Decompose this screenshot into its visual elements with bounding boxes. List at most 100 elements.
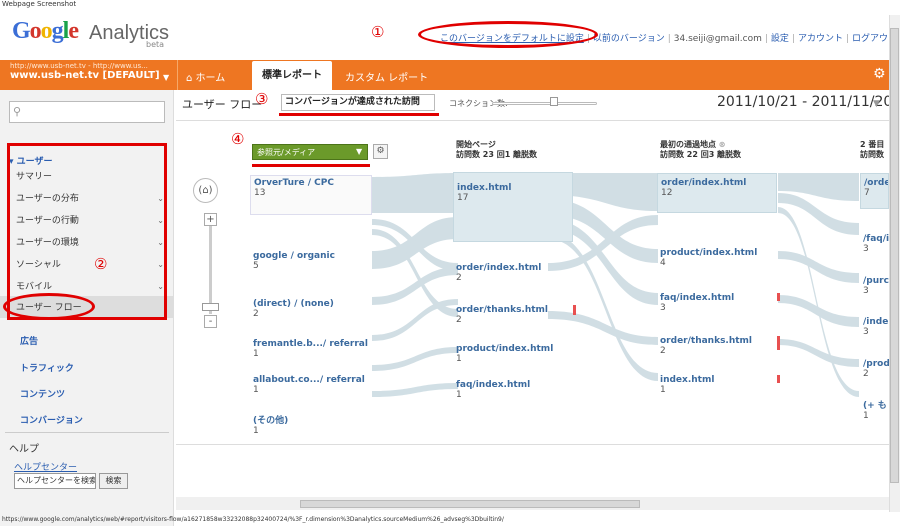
vertical-scrollbar-thumb[interactable] xyxy=(890,28,899,483)
flow-node-second-step[interactable]: /inde 3 xyxy=(860,317,889,343)
gear-icon[interactable]: ⚙ xyxy=(873,67,887,81)
zoom-in-button[interactable]: + xyxy=(204,213,217,226)
chevron-down-icon[interactable]: ▼ xyxy=(356,147,362,156)
flow-node-second-step[interactable]: /orde 7 xyxy=(860,173,889,209)
account-chevron-icon[interactable]: ▼ xyxy=(163,73,169,82)
node-label: /orde xyxy=(864,178,889,188)
flow-node-source[interactable]: OrverTure / CPC 13 xyxy=(250,175,372,215)
column-header-first-step: 最初の通過地点 ⊗ 訪問数 22 回3 離脱数 xyxy=(660,140,741,160)
node-count: 2 xyxy=(253,309,259,319)
sidebar-search-input[interactable] xyxy=(9,101,165,123)
flow-node-first-step[interactable]: faq/index.html 3 xyxy=(657,293,777,319)
annotation-2: ② xyxy=(94,255,108,273)
column-header-start: 開始ページ 訪問数 23 回1 離脱数 xyxy=(456,140,537,160)
help-search-input[interactable]: ヘルプセンターを検索 xyxy=(14,473,96,489)
flow-node-source[interactable]: (direct) / (none) 2 xyxy=(250,299,372,325)
node-count: 3 xyxy=(863,327,869,337)
flow-node-start-page[interactable]: product/index.html 1 xyxy=(453,344,573,370)
status-url: https://www.google.com/analytics/web/#re… xyxy=(2,516,504,523)
tab-custom-reports[interactable]: カスタム レポート xyxy=(345,69,428,84)
node-count: 2 xyxy=(456,273,462,283)
node-label: order/index.html xyxy=(456,263,542,273)
segment-selector[interactable]: コンバージョンが達成された訪問 xyxy=(281,94,435,111)
flow-node-source[interactable]: google / organic 5 xyxy=(250,251,372,271)
flow-node-second-step[interactable]: /prod 2 xyxy=(860,359,889,385)
help-search-button[interactable]: 検索 xyxy=(99,473,128,489)
flow-link xyxy=(372,173,458,213)
flow-node-first-step[interactable]: order/index.html 12 xyxy=(657,173,777,213)
flow-node-start-page[interactable]: index.html 17 xyxy=(453,172,573,242)
zoom-out-button[interactable]: - xyxy=(204,315,217,328)
screenshot-caption: Webpage Screenshot xyxy=(2,0,77,8)
old-version-link[interactable]: 以前のバージョン xyxy=(593,34,665,44)
node-label: index.html xyxy=(457,183,512,193)
node-label: /prod xyxy=(863,359,889,369)
flow-node-source[interactable]: fremantle.b.../ referral 1 xyxy=(250,339,372,365)
node-label: google / organic xyxy=(253,251,335,261)
flow-node-source[interactable]: allabout.co.../ referral 1 xyxy=(250,375,372,401)
flow-node-start-page[interactable]: faq/index.html 1 xyxy=(453,380,573,406)
flow-node-start-page[interactable]: order/thanks.html 2 xyxy=(453,305,573,331)
drop-off-marker xyxy=(777,375,780,383)
account-url: http://www.usb-net.tv - http://www.us... xyxy=(10,62,148,70)
drop-off-marker xyxy=(777,336,780,350)
chevron-down-icon[interactable]: ▼ xyxy=(873,99,880,109)
sidebar-divider xyxy=(5,432,169,433)
help-center-link[interactable]: ヘルプセンター xyxy=(14,460,77,473)
user-email: 34.seiji@gmail.com xyxy=(673,34,762,44)
page-title: ユーザー フロー xyxy=(182,98,263,111)
account-selector[interactable]: http://www.usb-net.tv - http://www.us...… xyxy=(10,62,170,81)
node-count: 2 xyxy=(456,315,462,325)
date-range[interactable]: 2011/10/21 - 2011/11/20 xyxy=(717,94,892,110)
node-label: (+ も xyxy=(863,401,887,411)
flow-link xyxy=(372,383,458,397)
flow-node-second-step[interactable]: (+ も 1 xyxy=(860,398,889,424)
node-count: 12 xyxy=(661,188,673,198)
connection-slider[interactable] xyxy=(492,102,597,105)
node-count: 1 xyxy=(456,354,462,364)
flow-node-second-step[interactable]: /faq/i 3 xyxy=(860,234,889,260)
annotation-3: ③ xyxy=(255,90,269,108)
annotation-4: ④ xyxy=(231,130,245,148)
account-link[interactable]: アカウント xyxy=(798,34,843,44)
node-label: fremantle.b.../ referral xyxy=(253,339,368,349)
flow-link xyxy=(372,299,458,341)
tab-home[interactable]: ⌂ ホーム xyxy=(186,69,225,84)
sidebar-section-conversions[interactable]: コンバージョン xyxy=(20,413,83,426)
sidebar-section-ads[interactable]: 広告 xyxy=(20,334,38,347)
drop-off-marker xyxy=(573,305,576,315)
flow-node-start-page[interactable]: order/index.html 2 xyxy=(453,263,573,289)
flow-link xyxy=(372,347,458,371)
close-icon[interactable]: ⊗ xyxy=(719,140,726,149)
home-icon: ⌂ xyxy=(186,73,193,84)
connection-slider-thumb[interactable] xyxy=(550,97,558,106)
node-count: 7 xyxy=(864,188,870,198)
nav-divider xyxy=(177,60,178,90)
flow-node-source[interactable]: (その他) 1 xyxy=(250,413,372,439)
sidebar-section-traffic[interactable]: トラフィック xyxy=(20,361,74,374)
node-label: (その他) xyxy=(253,416,289,426)
gear-icon[interactable]: ⚙ xyxy=(373,144,388,159)
column-title: 開始ページ xyxy=(456,140,496,149)
node-count: 1 xyxy=(863,411,869,421)
flow-node-first-step[interactable]: order/thanks.html 2 xyxy=(657,336,777,362)
drop-off-marker xyxy=(777,293,780,301)
sidebar-section-content[interactable]: コンテンツ xyxy=(20,387,65,400)
horizontal-scrollbar-thumb[interactable] xyxy=(300,500,640,508)
node-count: 13 xyxy=(254,188,266,198)
tab-standard-reports[interactable]: 標準レポート xyxy=(252,61,332,90)
home-icon[interactable]: (⌂) xyxy=(193,178,218,203)
annotation-underline-4 xyxy=(252,164,370,167)
settings-link[interactable]: 設定 xyxy=(771,34,789,44)
zoom-slider-handle[interactable] xyxy=(202,303,219,311)
annotation-ellipse-1 xyxy=(418,21,598,48)
google-logo[interactable]: Google xyxy=(12,18,79,45)
node-count: 1 xyxy=(253,385,259,395)
flow-node-second-step[interactable]: /purc 3 xyxy=(860,276,889,302)
beta-label: beta xyxy=(146,40,165,49)
flow-node-first-step[interactable]: product/index.html 4 xyxy=(657,248,777,274)
zoom-slider-track[interactable] xyxy=(209,226,212,314)
flow-node-first-step[interactable]: index.html 1 xyxy=(657,375,777,401)
tab-home-label: ホーム xyxy=(195,73,226,84)
dimension-selector[interactable]: 参照元/メディア xyxy=(252,144,368,160)
